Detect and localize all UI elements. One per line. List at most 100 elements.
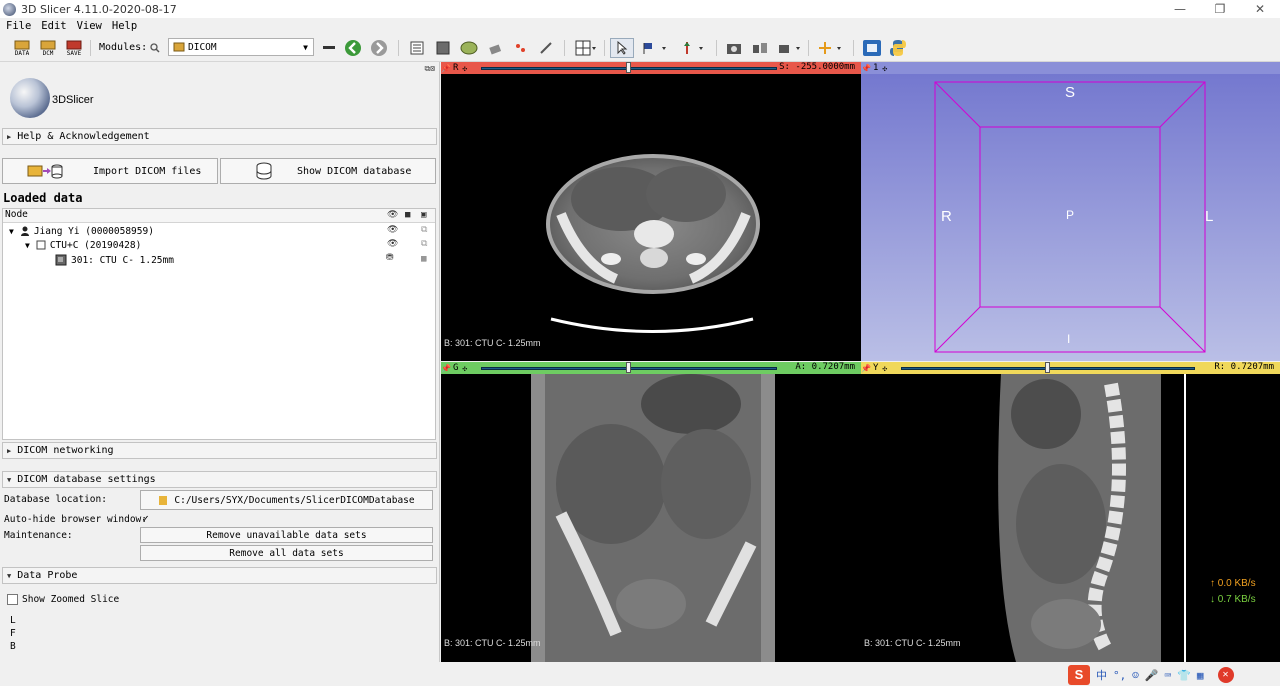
yellow-slider-handle[interactable] (1045, 362, 1050, 373)
green-slice-controller[interactable]: 📌 G ✣ A: 0.7207mm (441, 362, 861, 374)
load-dicom-button[interactable]: DCM (38, 38, 58, 58)
link-icon[interactable]: ✣ (462, 64, 467, 73)
loaded-data-tree[interactable]: Node 👁 ■ ▣ ▼ Jiang Yi (0000058959) 👁 ⧉ ▼… (2, 208, 436, 440)
red-slice-view[interactable]: B: 301: CTU C- 1.25mm (441, 74, 861, 361)
probe-line-f: F (10, 628, 16, 639)
autohide-checkbox[interactable]: ✓ (140, 513, 151, 525)
module-selector[interactable]: DICOM ▼ (168, 38, 314, 56)
screenshot-icon[interactable] (724, 38, 744, 58)
eye-icon[interactable]: 👁 (387, 225, 398, 235)
restore-button[interactable]: ❐ (1200, 0, 1240, 18)
transform-icon[interactable]: ⧉ (421, 225, 427, 235)
crosshair-toggle-dropdown[interactable] (815, 38, 845, 58)
back-arrow-icon[interactable] (343, 38, 363, 58)
panel-float-close-icons[interactable]: ⧉⊠ (424, 64, 435, 74)
toolbar-separator (90, 40, 91, 56)
axial-ct-image (546, 154, 760, 333)
data-module-icon[interactable] (408, 38, 426, 58)
show-dicom-database-button[interactable]: Show DICOM database (220, 158, 436, 184)
toolbox-icon[interactable]: ▦ (1197, 669, 1204, 682)
red-slider-handle[interactable] (626, 62, 631, 73)
menu-view[interactable]: View (77, 20, 102, 32)
import-dicom-button[interactable]: Import DICOM files (2, 158, 218, 184)
threed-view-controller[interactable]: 📌 1 ✣ (861, 62, 1280, 74)
window-title: 3D Slicer 4.11.0-2020-08-17 (21, 2, 177, 16)
pin-icon[interactable]: 📌 (441, 364, 451, 373)
load-data-label: DATA (14, 49, 30, 57)
link-icon[interactable]: ✣ (462, 364, 467, 373)
tree-row-series[interactable]: 301: CTU C- 1.25mm ⛃ ▦ (3, 253, 435, 267)
mouse-mode-pointer[interactable] (610, 38, 634, 58)
sogou-ime-icon[interactable]: S (1068, 665, 1090, 685)
link-icon[interactable]: ✣ (882, 364, 887, 373)
skin-icon[interactable]: 👕 (1177, 669, 1191, 682)
punctuation-icon[interactable]: °, (1113, 669, 1126, 682)
color-column-icon[interactable]: ■ (405, 210, 410, 220)
minimize-button[interactable]: — (1160, 0, 1200, 18)
save-data-button[interactable]: SAVE (64, 38, 84, 58)
show-dicom-database-label: Show DICOM database (297, 165, 412, 177)
keyboard-icon[interactable]: ⌨ (1165, 669, 1172, 682)
orientation-label-left: R (941, 208, 952, 225)
close-window-button[interactable]: ✕ (1240, 0, 1280, 18)
menu-edit[interactable]: Edit (41, 20, 66, 32)
scene-views-icon[interactable] (750, 38, 770, 58)
show-zoomed-checkbox[interactable] (7, 594, 18, 605)
close-ime-icon[interactable]: ✕ (1217, 667, 1234, 683)
remove-all-button[interactable]: Remove all data sets (140, 545, 433, 561)
forward-arrow-icon[interactable] (369, 38, 389, 58)
expand-triangle-icon[interactable]: ▼ (9, 227, 14, 236)
expand-triangle-icon[interactable]: ▼ (25, 241, 30, 250)
visibility-column-icon[interactable]: 👁 (387, 210, 398, 220)
link-icon[interactable]: ✣ (882, 64, 887, 73)
collapsed-triangle-icon: ▶ (7, 132, 12, 141)
load-data-button[interactable]: DATA (12, 38, 32, 58)
show-zoomed-label: Show Zoomed Slice (22, 594, 120, 605)
red-slice-controller[interactable]: 📌 R ✣ S: -255.0000mm (441, 62, 861, 74)
dicom-db-settings-header[interactable]: ▼ DICOM database settings (2, 471, 437, 488)
grid-icon[interactable]: ▦ (421, 254, 426, 264)
pin-icon[interactable]: 📌 (861, 364, 871, 373)
editor-module-icon[interactable] (537, 38, 555, 58)
transforms-module-icon[interactable] (486, 38, 504, 58)
place-fiducial-dropdown[interactable] (640, 38, 670, 58)
tree-row-patient[interactable]: ▼ Jiang Yi (0000058959) 👁 ⧉ (3, 224, 435, 238)
volumes-module-icon[interactable] (433, 38, 453, 58)
sagittal-ct-image (998, 374, 1186, 662)
dicom-networking-header[interactable]: ▶ DICOM networking (2, 442, 437, 459)
green-slice-view[interactable]: B: 301: CTU C- 1.25mm (441, 374, 861, 662)
scene-snapshot-dropdown[interactable] (776, 38, 804, 58)
eye-icon[interactable]: 👁 (387, 239, 398, 249)
pin-icon[interactable]: 📌 (441, 64, 451, 73)
tree-row-study[interactable]: ▼ CTU+C (20190428) 👁 ⧉ (3, 238, 435, 252)
yellow-slice-controller[interactable]: 📌 Y ✣ R: 0.7207mm (861, 362, 1280, 374)
load-dicom-label: DCM (42, 49, 54, 57)
layout-dropdown[interactable] (573, 38, 599, 58)
help-section-header[interactable]: ▶ Help & Acknowledgement (2, 128, 437, 145)
models-module-icon[interactable] (459, 38, 479, 58)
crosshair-dropdown[interactable] (677, 38, 707, 58)
module-search-icon[interactable] (148, 38, 162, 58)
emoji-icon[interactable]: ☺ (1132, 669, 1139, 682)
history-dropdown[interactable] (320, 38, 338, 58)
python-console-icon[interactable] (887, 38, 909, 58)
yellow-slice-view[interactable]: B: 301: CTU C- 1.25mm ↑ 0.0 KB/s ↓ 0.7 K… (861, 374, 1280, 662)
db-location-value: C:/Users/SYX/Documents/SlicerDICOMDataba… (174, 494, 415, 506)
menu-help[interactable]: Help (112, 20, 137, 32)
volume-display-icon[interactable]: ⛃ (386, 253, 394, 263)
transform-column-icon[interactable]: ▣ (421, 210, 426, 220)
data-probe-header[interactable]: ▼ Data Probe (2, 567, 437, 584)
red-offset-value: S: -255.0000mm (779, 62, 855, 72)
transform-icon[interactable]: ⧉ (421, 239, 427, 249)
ime-chinese-mode[interactable]: 中 (1096, 667, 1107, 683)
menu-file[interactable]: File (6, 20, 31, 32)
extension-manager-icon[interactable] (861, 38, 883, 58)
microphone-icon[interactable]: 🎤 (1145, 669, 1159, 682)
remove-unavailable-button[interactable]: Remove unavailable data sets (140, 527, 433, 543)
pin-icon[interactable]: 📌 (861, 64, 871, 73)
markups-module-icon[interactable] (511, 38, 529, 58)
threed-view[interactable]: S R L P I (861, 74, 1280, 361)
green-slider-handle[interactable] (626, 362, 631, 373)
db-location-button[interactable]: C:/Users/SYX/Documents/SlicerDICOMDataba… (140, 490, 433, 510)
green-offset-value: A: 0.7207mm (795, 362, 855, 372)
